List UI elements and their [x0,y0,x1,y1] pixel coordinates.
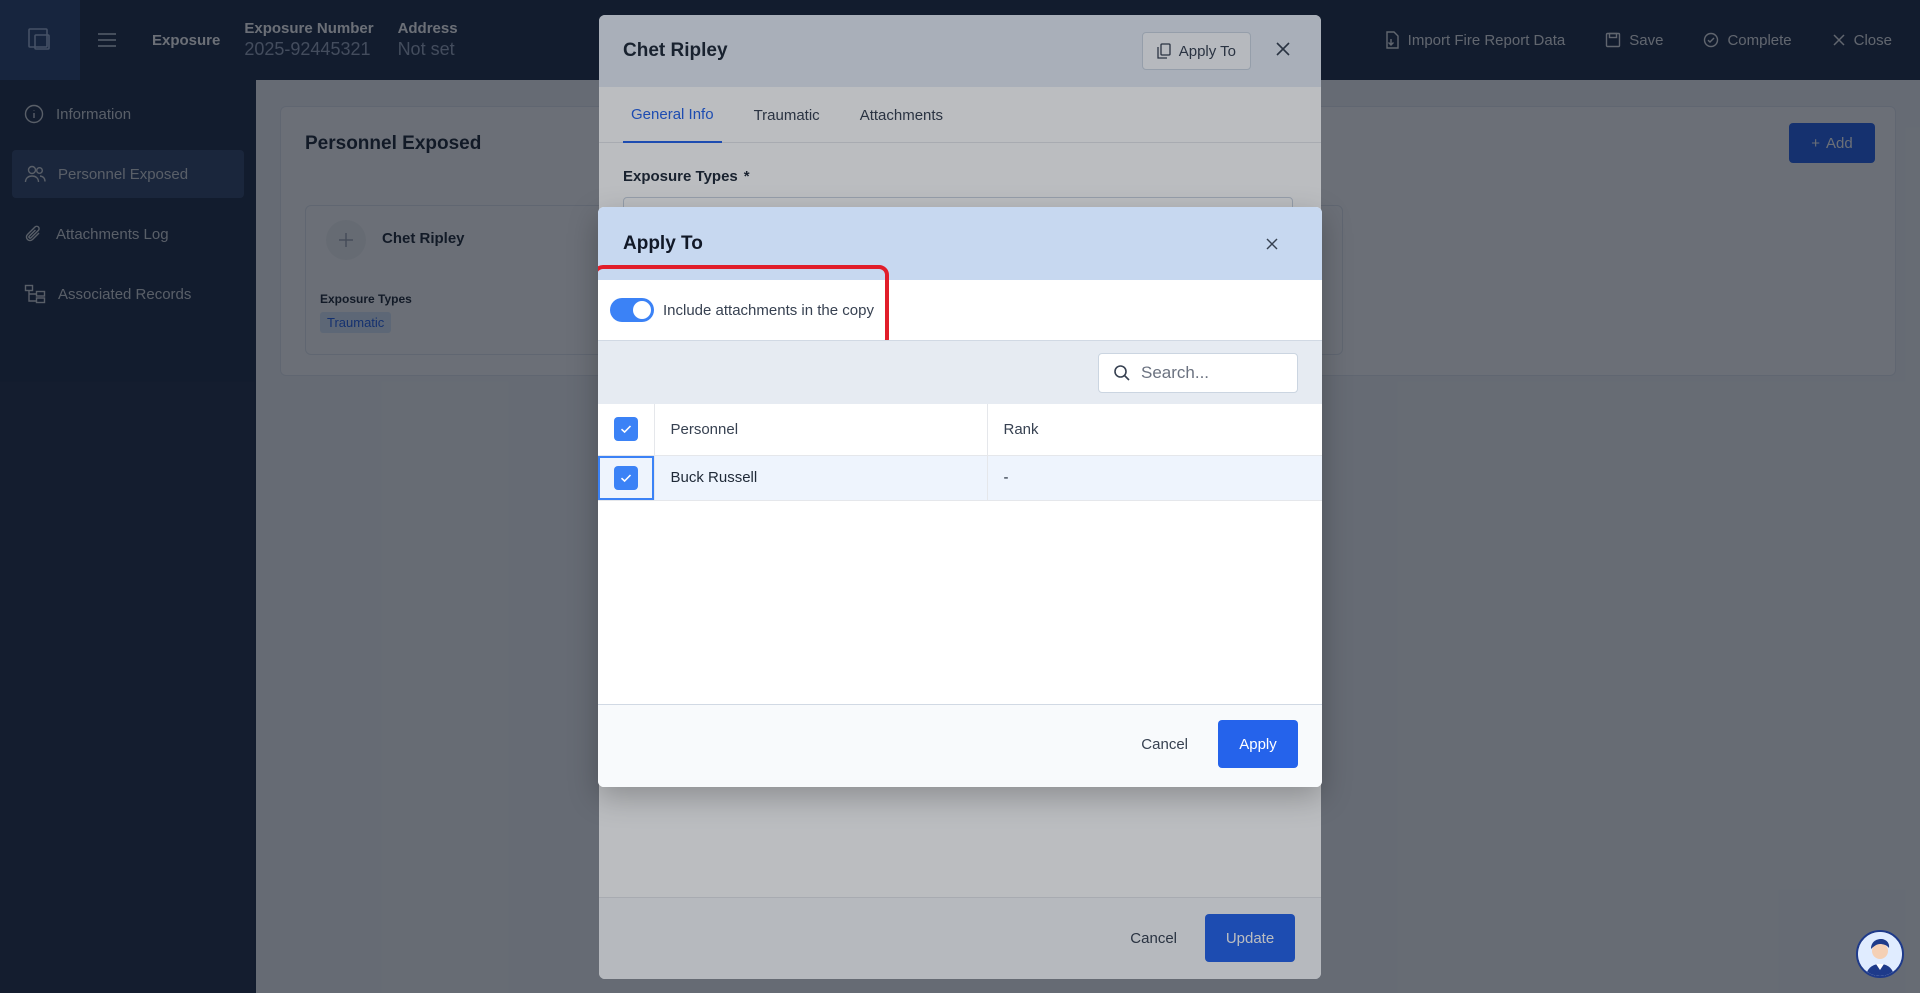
select-all-cell [598,404,655,456]
apply-button[interactable]: Apply [1218,720,1298,768]
row-checkbox[interactable] [613,465,638,490]
apply-dialog-footer: Cancel Apply [598,705,1322,787]
search-toolbar [598,340,1322,404]
include-attachments-row: Include attachments in the copy [598,265,1322,349]
toggle-knob [633,301,651,319]
column-header-rank[interactable]: Rank [987,404,1322,456]
avatar-icon [1858,932,1902,976]
personnel-table-area: Personnel Rank Buck Russell - [598,404,1322,705]
cancel-button[interactable]: Cancel [1141,736,1188,753]
table-header-row: Personnel Rank [598,404,1322,456]
apply-dialog-title: Apply To [623,233,703,254]
assistant-avatar[interactable] [1856,930,1904,978]
column-header-personnel[interactable]: Personnel [654,404,988,456]
check-icon [620,425,631,434]
search-icon [1114,365,1130,381]
apply-to-dialog: Apply To Include attachments in the copy… [598,207,1322,787]
row-checkbox-cell [598,455,655,501]
check-icon [620,473,631,482]
personnel-cell: Buck Russell [654,455,988,501]
personnel-table: Personnel Rank Buck Russell - [598,404,1322,501]
rank-cell: - [987,455,1322,501]
search-box[interactable] [1098,353,1298,393]
include-attachments-toggle[interactable] [610,298,654,322]
close-icon [1266,238,1278,250]
select-all-checkbox[interactable] [613,417,638,442]
apply-dialog-close-button[interactable] [1266,237,1278,255]
search-input[interactable] [1141,363,1281,383]
table-row[interactable]: Buck Russell - [598,455,1322,501]
